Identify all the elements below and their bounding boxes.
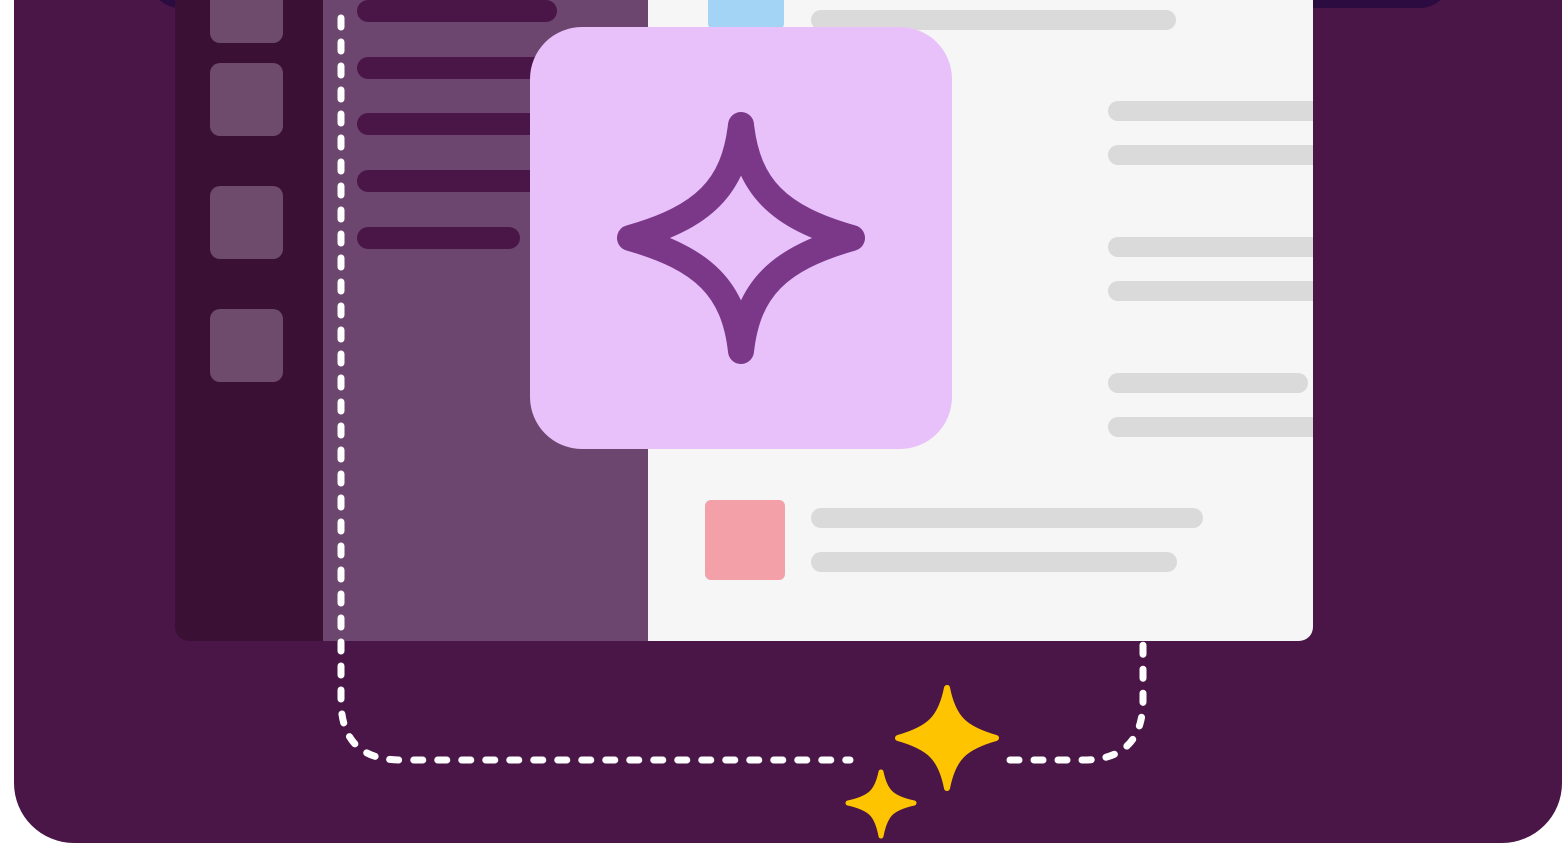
illustration xyxy=(0,0,1562,843)
sparkle-icon xyxy=(895,685,999,791)
sparkle-accents xyxy=(0,0,1562,843)
sparkle-icon xyxy=(845,769,917,839)
